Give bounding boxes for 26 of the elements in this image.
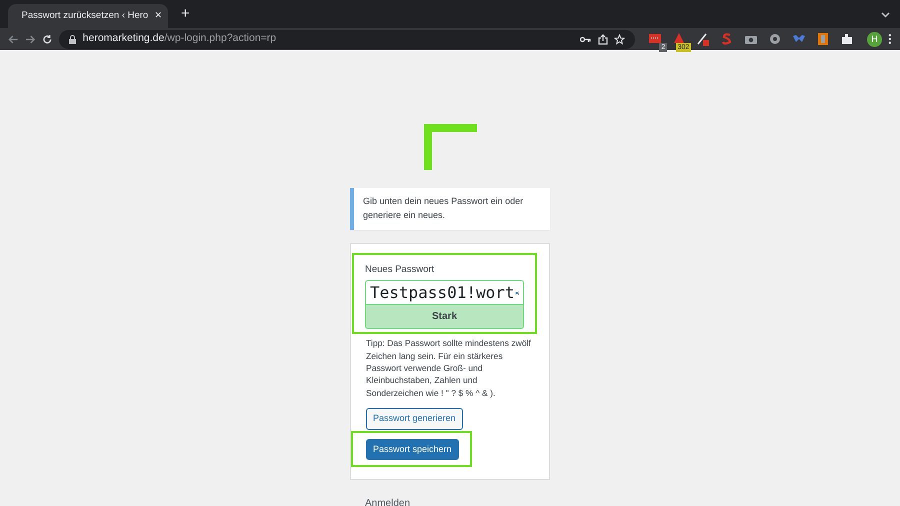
generate-button[interactable]: Passwort generieren [366, 408, 463, 430]
back-icon[interactable] [8, 34, 19, 44]
hint-text: Tipp: Das Passwort sollte mindestens zwölf Zeichen lang sein. Für ein stärkeres Passwort verwende Groß- und Kleinbuchstaben, Zahlen und Sonderzeichen wie ! " ? $ % ^ & ). [365, 337, 532, 400]
gear-icon[interactable] [768, 32, 782, 46]
browser-tab[interactable]: Passwort zurücksetzen ‹ Hero ✕ [8, 4, 168, 28]
chevron-down-icon[interactable] [881, 12, 890, 18]
pen-extension-icon[interactable] [696, 32, 710, 46]
field-label: Neues Passwort [365, 262, 436, 277]
share-icon[interactable] [598, 34, 608, 44]
info-message: Gib unten dein neues Passwort ein oder generiere ein neues. [350, 188, 550, 230]
password-field[interactable]: Testpass01!wort [365, 280, 524, 306]
address-bar[interactable]: heromarketing.de/wp-login.php?action=rp [59, 30, 636, 48]
save-button[interactable]: Passwort speichern [366, 438, 459, 460]
bracket-extension-icon[interactable] [816, 32, 830, 46]
menu-icon[interactable] [888, 33, 892, 45]
tab-title: Passwort zurücksetzen ‹ Hero [22, 8, 148, 23]
close-icon[interactable]: ✕ [154, 9, 163, 23]
lock-icon [69, 34, 76, 44]
mail-extension-icon[interactable] [648, 32, 662, 43]
star-icon[interactable] [614, 34, 626, 44]
new-tab-button[interactable]: + [181, 2, 190, 25]
reload-icon[interactable] [42, 34, 53, 44]
key-icon[interactable] [580, 36, 592, 42]
forward-icon[interactable] [25, 34, 36, 44]
warning-extension-icon[interactable] [672, 32, 686, 43]
strength-meter: Stark [365, 305, 524, 330]
